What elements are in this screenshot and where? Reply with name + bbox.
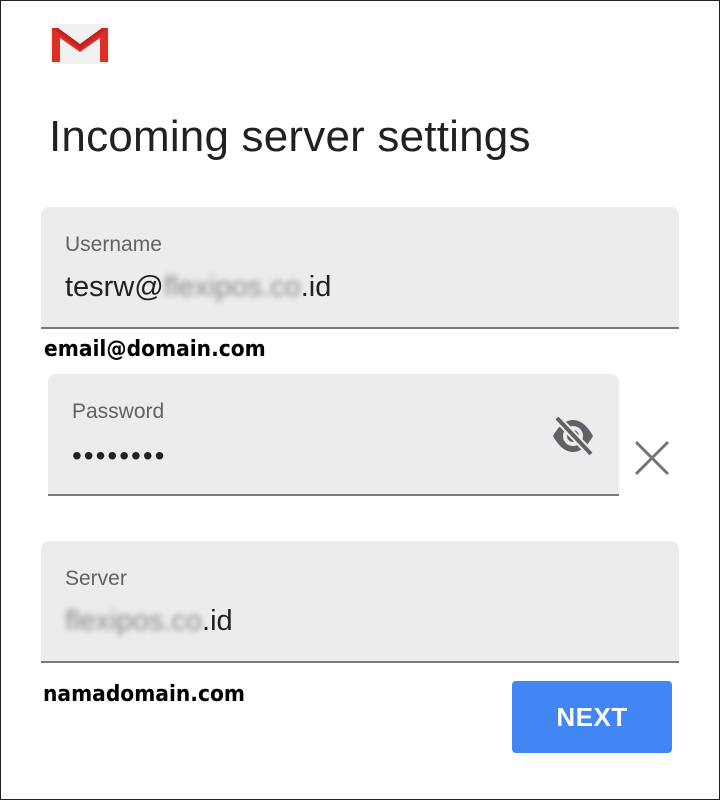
username-label: Username [65, 233, 162, 256]
username-value[interactable]: tesrw@flexipos.co.id [65, 271, 331, 304]
next-button[interactable]: NEXT [512, 681, 672, 753]
username-annotation: email@domain.com [44, 337, 266, 362]
username-value-blurred: flexipos.co [163, 271, 301, 303]
gmail-logo-icon [50, 24, 110, 64]
close-icon[interactable] [632, 438, 672, 478]
server-value-blurred: flexipos.co [65, 605, 203, 637]
username-field[interactable]: Username tesrw@flexipos.co.id [41, 207, 679, 329]
page-title: Incoming server settings [49, 112, 531, 161]
username-value-prefix: tesrw@ [65, 271, 164, 303]
visibility-off-icon[interactable] [549, 414, 597, 458]
server-value-suffix: .id [202, 605, 233, 637]
server-value[interactable]: flexipos.co.id [65, 605, 233, 638]
server-annotation: namadomain.com [43, 682, 245, 707]
username-value-suffix: .id [300, 271, 332, 303]
password-value[interactable]: •••••••• [72, 440, 166, 472]
password-label: Password [72, 400, 165, 423]
server-label: Server [65, 567, 127, 590]
password-field[interactable]: Password •••••••• [48, 374, 619, 496]
server-field[interactable]: Server flexipos.co.id [41, 541, 679, 663]
